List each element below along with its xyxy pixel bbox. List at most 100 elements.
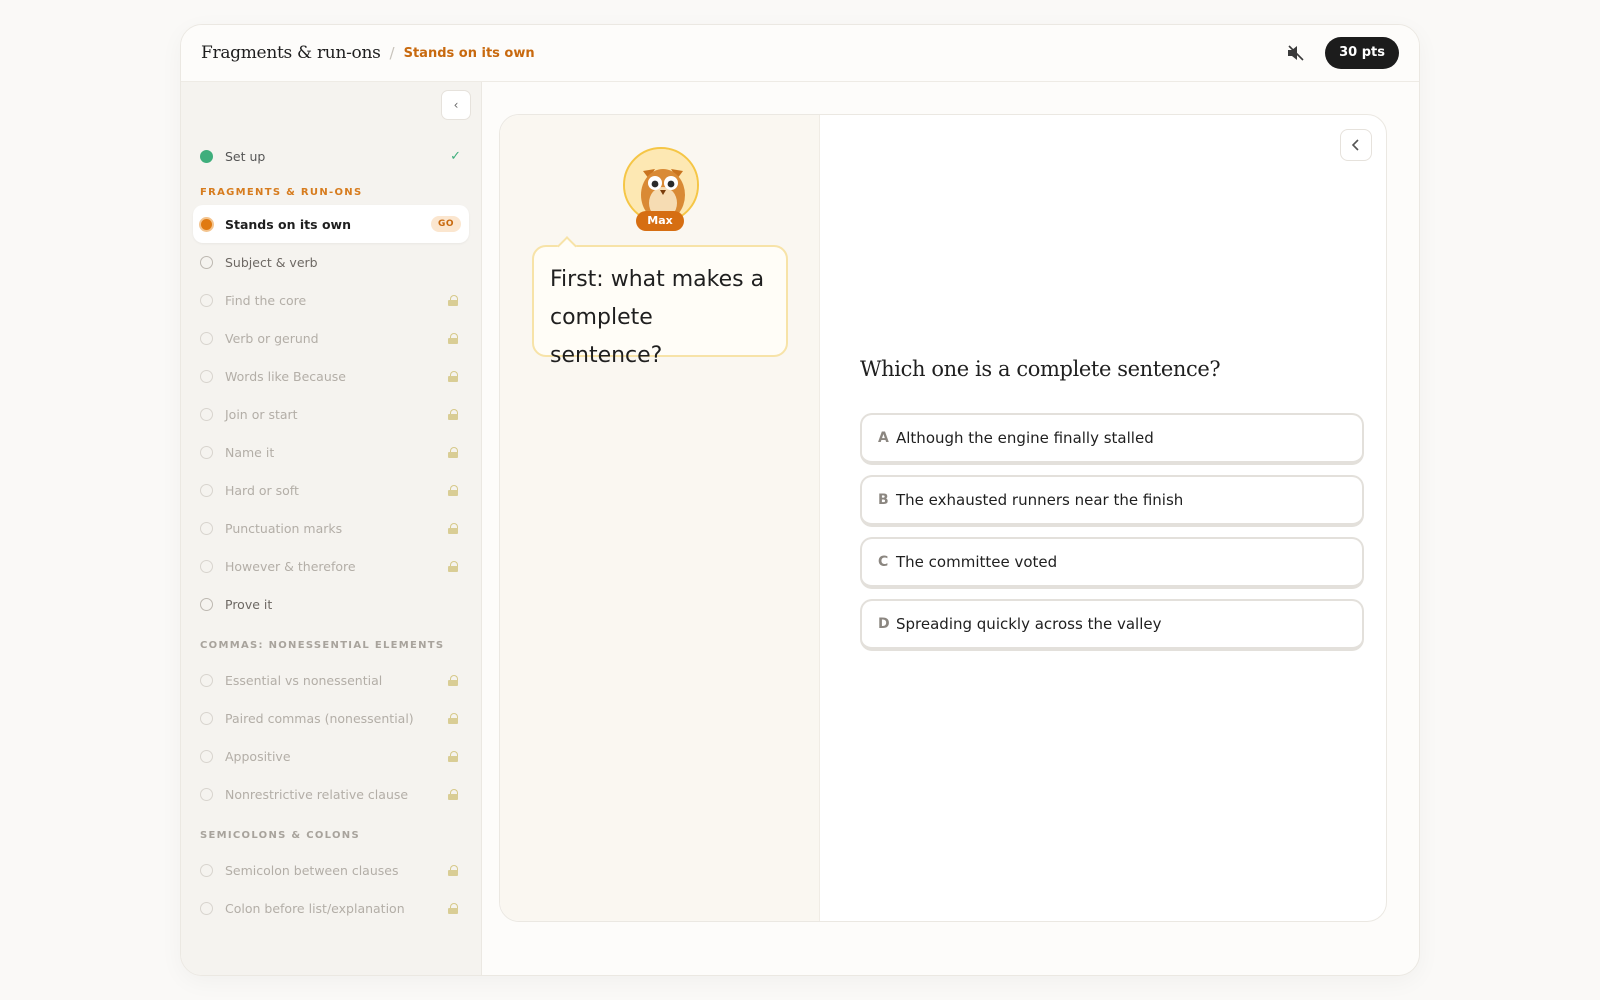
sidebar-item-prove-it[interactable]: Prove it: [193, 585, 469, 623]
status-dot-open: [200, 597, 213, 611]
top-bar: Fragments & run-ons / Stands on its own …: [181, 25, 1419, 82]
sidebar-item-subject-verb[interactable]: Subject & verb: [193, 243, 469, 281]
sidebar-item-label: However & therefore: [225, 558, 356, 574]
sidebar-item-appositive[interactable]: Appositive: [193, 737, 469, 775]
answer-option-a[interactable]: A Although the engine finally stalled: [860, 413, 1364, 465]
sidebar-item-stands-on-its-own[interactable]: Stands on its own GO: [193, 205, 469, 243]
lock-icon: [448, 864, 458, 876]
sidebar-item-label: Punctuation marks: [225, 520, 343, 536]
status-dot-done: [200, 149, 213, 163]
sidebar-item-punctuation-marks[interactable]: Punctuation marks: [193, 509, 469, 547]
option-text: Spreading quickly across the valley: [896, 615, 1162, 633]
sidebar-item-name-it[interactable]: Name it: [193, 433, 469, 471]
status-dot-locked: [200, 901, 213, 915]
lesson-sidebar: ‹ Set up ✓ FRAGMENTS & RUN-ONS Stands on …: [181, 82, 482, 975]
lock-icon: [448, 332, 458, 344]
breadcrumb-lesson: Stands on its own: [403, 45, 535, 61]
chevron-left-icon: [1351, 139, 1359, 151]
lock-icon: [448, 712, 458, 724]
sidebar-item-label: Hard or soft: [225, 482, 299, 498]
sidebar-item-verb-or-gerund[interactable]: Verb or gerund: [193, 319, 469, 357]
option-letter: A: [878, 430, 889, 446]
breadcrumb-separator: /: [389, 44, 395, 62]
option-text: The committee voted: [896, 553, 1058, 571]
sidebar-item-essential-vs-nonessential[interactable]: Essential vs nonessential: [193, 661, 469, 699]
sidebar-item-label: Essential vs nonessential: [225, 672, 383, 688]
option-text: Although the engine finally stalled: [896, 429, 1154, 447]
sidebar-section-title: SEMICOLONS & COLONS: [200, 830, 360, 841]
sidebar-item-however-therefore[interactable]: However & therefore: [193, 547, 469, 585]
status-dot-locked: [200, 711, 213, 725]
sidebar-item-label: Subject & verb: [225, 254, 318, 270]
check-icon: ✓: [450, 148, 461, 164]
sidebar-item-label: Colon before list/explanation: [225, 900, 405, 916]
sidebar-item-label: Find the core: [225, 292, 307, 308]
sidebar-item-label: Stands on its own: [225, 216, 351, 232]
go-badge: GO: [430, 216, 461, 232]
lock-icon: [448, 294, 458, 306]
sidebar-section-title: COMMAS: NONESSENTIAL ELEMENTS: [200, 640, 445, 651]
lock-icon: [448, 408, 458, 420]
status-dot-locked: [200, 331, 213, 345]
sidebar-item-colon-before-list-explanation[interactable]: Colon before list/explanation: [193, 889, 469, 927]
status-dot-locked: [200, 293, 213, 307]
breadcrumb: Fragments & run-ons / Stands on its own: [201, 43, 535, 63]
lock-icon: [448, 446, 458, 458]
app-window: Fragments & run-ons / Stands on its own …: [180, 24, 1420, 976]
lock-icon: [448, 522, 458, 534]
sidebar-item-label: Prove it: [225, 596, 273, 612]
breadcrumb-course[interactable]: Fragments & run-ons: [201, 43, 381, 63]
sidebar-section-title: FRAGMENTS & RUN-ONS: [200, 187, 363, 198]
chevron-left-icon: ‹: [453, 98, 459, 112]
status-dot-open: [200, 255, 213, 269]
status-dot-locked: [200, 407, 213, 421]
status-dot-locked: [200, 483, 213, 497]
speaker-muted-icon[interactable]: [1285, 42, 1307, 64]
status-dot-locked: [200, 559, 213, 573]
answer-option-c[interactable]: C The committee voted: [860, 537, 1364, 589]
option-text: The exhausted runners near the finish: [896, 491, 1184, 509]
lesson-list: Set up ✓ FRAGMENTS & RUN-ONS Stands on it…: [193, 137, 469, 927]
question-text: Which one is a complete sentence?: [860, 357, 1221, 381]
lock-icon: [448, 560, 458, 572]
option-letter: D: [878, 616, 890, 632]
sidebar-item-label: Verb or gerund: [225, 330, 319, 346]
coach-speech-bubble: First: what makes a complete sentence?: [532, 245, 788, 368]
option-letter: B: [878, 492, 889, 508]
answer-option-d[interactable]: D Spreading quickly across the valley: [860, 599, 1364, 651]
status-dot-locked: [200, 369, 213, 383]
sidebar-item-label: Appositive: [225, 748, 291, 764]
sidebar-item-find-the-core[interactable]: Find the core: [193, 281, 469, 319]
lock-icon: [448, 484, 458, 496]
main-content: Max First: what makes a complete sentenc…: [483, 82, 1419, 975]
coach-name-badge: Max: [636, 211, 684, 231]
sidebar-item-label: Paired commas (nonessential): [225, 710, 414, 726]
lock-icon: [448, 674, 458, 686]
sidebar-item-label: Join or start: [225, 406, 298, 422]
lock-icon: [448, 750, 458, 762]
sidebar-item-semicolon-between-clauses[interactable]: Semicolon between clauses: [193, 851, 469, 889]
status-dot-locked: [200, 445, 213, 459]
status-dot-locked: [200, 673, 213, 687]
sidebar-item-hard-or-soft[interactable]: Hard or soft: [193, 471, 469, 509]
coach-panel: Max First: what makes a complete sentenc…: [500, 115, 820, 921]
status-dot-locked: [200, 521, 213, 535]
lesson-card: Max First: what makes a complete sentenc…: [499, 114, 1387, 922]
sidebar-item-label: Semicolon between clauses: [225, 862, 399, 878]
sidebar-item-set-up[interactable]: Set up ✓: [193, 137, 469, 175]
status-dot-locked: [200, 863, 213, 877]
answer-option-b[interactable]: B The exhausted runners near the finish: [860, 475, 1364, 527]
sidebar-collapse-button[interactable]: ‹: [441, 90, 471, 120]
option-letter: C: [878, 554, 889, 570]
sidebar-item-join-or-start[interactable]: Join or start: [193, 395, 469, 433]
status-dot-locked: [200, 787, 213, 801]
sidebar-item-nonrestrictive-relative-clause[interactable]: Nonrestrictive relative clause: [193, 775, 469, 813]
back-button[interactable]: [1340, 129, 1372, 161]
points-badge: 30 pts: [1325, 37, 1399, 69]
lock-icon: [448, 788, 458, 800]
sidebar-item-paired-commas-nonessential[interactable]: Paired commas (nonessential): [193, 699, 469, 737]
status-dot-locked: [200, 749, 213, 763]
sidebar-item-words-like-because[interactable]: Words like Because: [193, 357, 469, 395]
lock-icon: [448, 902, 458, 914]
sidebar-item-label: Name it: [225, 444, 275, 460]
